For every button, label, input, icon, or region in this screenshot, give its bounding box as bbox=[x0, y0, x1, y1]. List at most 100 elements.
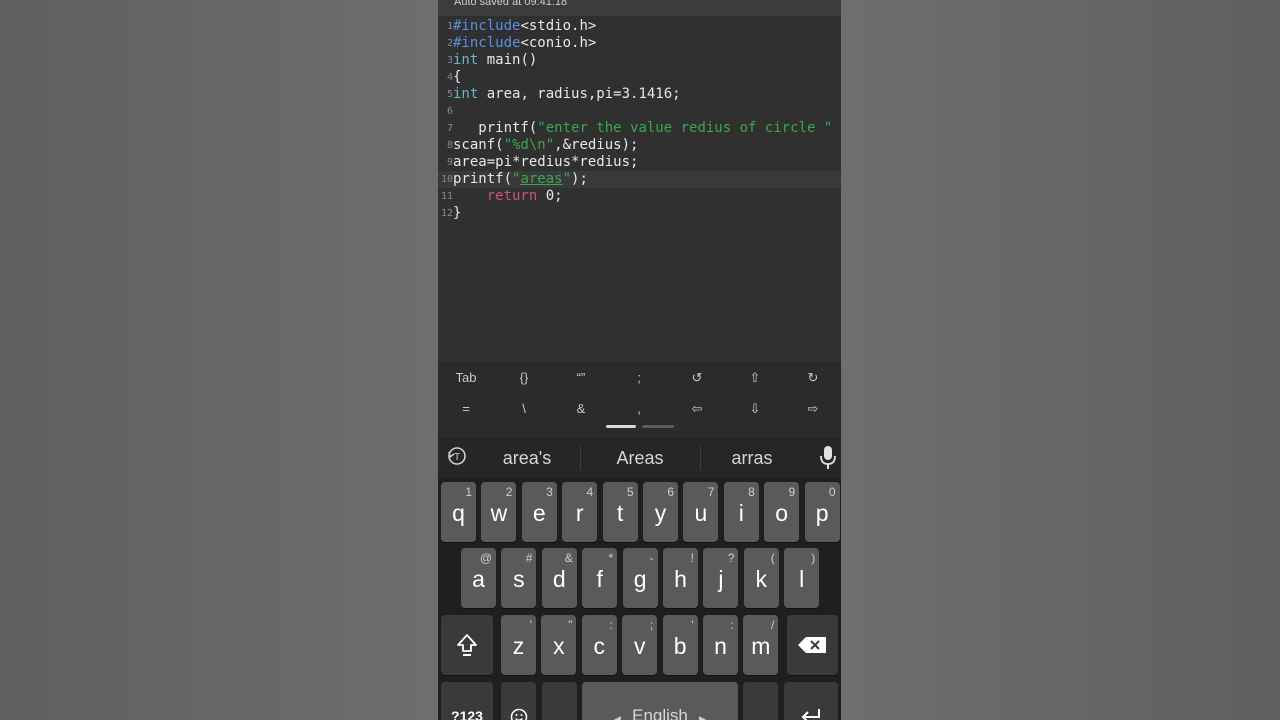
code-line[interactable]: 5 int area, radius,pi=3.1416; bbox=[438, 86, 841, 103]
code-line[interactable]: 3 int main() bbox=[438, 52, 841, 69]
suggestion-right[interactable]: arras bbox=[708, 444, 796, 472]
braces-key[interactable]: {} bbox=[496, 364, 552, 392]
shift-key[interactable] bbox=[441, 615, 493, 675]
line-number: 6 bbox=[446, 106, 453, 117]
comma-extra-key[interactable]: , bbox=[611, 395, 667, 423]
key-i[interactable]: i8 bbox=[723, 482, 759, 542]
tab-key[interactable]: Tab bbox=[438, 364, 494, 392]
suggestion-divider bbox=[580, 446, 581, 470]
key-label: d bbox=[552, 566, 566, 592]
line-number: 4 bbox=[446, 72, 453, 83]
svg-text:T: T bbox=[454, 452, 460, 463]
symbols-key[interactable]: ?123 bbox=[441, 682, 493, 720]
backslash-key[interactable]: \ bbox=[496, 395, 552, 423]
key-d[interactable]: d & bbox=[541, 548, 577, 608]
code-token: 0; bbox=[537, 188, 563, 204]
key-r[interactable]: r4 bbox=[562, 482, 598, 542]
key-g[interactable]: g- bbox=[622, 548, 658, 608]
equals-key[interactable]: = bbox=[438, 395, 494, 423]
key-o[interactable]: o9 bbox=[764, 482, 800, 542]
key-u[interactable]: u7 bbox=[683, 482, 719, 542]
semicolon-key[interactable]: ; bbox=[611, 364, 667, 392]
code-token: return bbox=[486, 188, 538, 204]
key-hint: 0 bbox=[828, 485, 836, 499]
code-line[interactable]: 1 #include<stdio.h> bbox=[438, 18, 841, 35]
key-hint: & bbox=[564, 551, 573, 565]
key-hint: @ bbox=[479, 551, 492, 565]
line-number: 11 bbox=[440, 191, 453, 202]
comma-key[interactable] bbox=[542, 682, 577, 720]
key-p[interactable]: p0 bbox=[804, 482, 840, 542]
code-token: <stdio.h> bbox=[520, 18, 597, 34]
key-label: n bbox=[714, 633, 727, 659]
key-label: v bbox=[633, 633, 646, 659]
code-text: int main() bbox=[453, 52, 537, 69]
period-key[interactable] bbox=[743, 682, 778, 720]
space-bar[interactable]: ◀ ▶ English bbox=[582, 682, 738, 720]
key-x[interactable]: x " bbox=[541, 615, 577, 675]
key-n[interactable]: n: bbox=[703, 615, 738, 675]
arrow-down-key[interactable]: ⇩ bbox=[727, 395, 783, 423]
clipboard-sync-icon[interactable]: T bbox=[446, 445, 468, 467]
key-label: k bbox=[755, 566, 768, 592]
key-c[interactable]: c: bbox=[581, 615, 617, 675]
key-h[interactable]: h! bbox=[663, 548, 698, 608]
code-line[interactable]: 7 printf("enter the value redius of circ… bbox=[438, 120, 841, 137]
code-line[interactable]: 10 printf("areas"); bbox=[438, 171, 841, 188]
ampersand-key[interactable]: & bbox=[553, 395, 609, 423]
enter-key[interactable] bbox=[784, 682, 838, 720]
key-q[interactable]: q1 bbox=[441, 482, 476, 542]
code-line[interactable]: 6 bbox=[438, 103, 841, 120]
line-number: 7 bbox=[446, 123, 453, 134]
key-hint: - bbox=[649, 551, 654, 565]
code-token: #include bbox=[453, 18, 521, 34]
key-y[interactable]: y6 bbox=[643, 482, 678, 542]
redo-key[interactable]: ↻ bbox=[785, 364, 841, 392]
backspace-key[interactable] bbox=[787, 615, 838, 675]
key-f[interactable]: f * bbox=[582, 548, 618, 608]
key-t[interactable]: t5 bbox=[602, 482, 638, 542]
key-hint: ; bbox=[649, 618, 654, 632]
key-hint: : bbox=[609, 618, 613, 632]
symbols-label: ?123 bbox=[451, 708, 483, 720]
key-w[interactable]: w2 bbox=[481, 482, 517, 542]
code-token: #include bbox=[453, 35, 521, 51]
code-text: #include<conio.h> bbox=[453, 35, 596, 52]
key-e[interactable]: e3 bbox=[521, 482, 557, 542]
key-z[interactable]: z ' bbox=[501, 615, 536, 675]
key-label: p bbox=[815, 500, 829, 526]
suggestion-left[interactable]: area's bbox=[482, 444, 572, 472]
code-line[interactable]: 9 area=pi*redius*redius; bbox=[438, 154, 841, 171]
suggestion-center[interactable]: Areas bbox=[590, 444, 690, 472]
undo-key[interactable]: ↺ bbox=[669, 364, 725, 392]
key-a[interactable]: a @ bbox=[461, 548, 496, 608]
arrow-left-key[interactable]: ⇦ bbox=[669, 395, 725, 423]
line-number: 12 bbox=[440, 208, 453, 219]
arrow-right-key[interactable]: ⇨ bbox=[785, 395, 841, 423]
key-hint: * bbox=[608, 551, 614, 565]
emoji-key[interactable] bbox=[501, 682, 536, 720]
key-hint: " bbox=[568, 618, 573, 632]
code-line[interactable]: 8 scanf("%d\n",&redius); bbox=[438, 137, 841, 154]
quotes-key[interactable]: “” bbox=[553, 364, 609, 392]
code-token: " bbox=[562, 171, 572, 187]
microphone-icon[interactable] bbox=[819, 445, 837, 471]
code-line[interactable]: 2 #include<conio.h> bbox=[438, 35, 841, 52]
code-text: } bbox=[453, 205, 461, 222]
key-m[interactable]: m / bbox=[743, 615, 779, 675]
key-b[interactable]: b ' bbox=[662, 615, 698, 675]
code-token: ,&redius); bbox=[554, 137, 639, 153]
key-k[interactable]: k( bbox=[743, 548, 779, 608]
arrow-up-key[interactable]: ⇧ bbox=[727, 364, 783, 392]
code-line[interactable]: 4{ bbox=[438, 69, 841, 86]
key-s[interactable]: s # bbox=[501, 548, 537, 608]
code-line[interactable]: 11 return 0; bbox=[438, 188, 841, 205]
key-j[interactable]: j? bbox=[703, 548, 739, 608]
code-line[interactable]: 12} bbox=[438, 205, 841, 222]
key-l[interactable]: l) bbox=[784, 548, 820, 608]
code-editor[interactable]: 1 #include<stdio.h> 2 #include<conio.h> 3 int… bbox=[438, 16, 841, 362]
code-text: return 0; bbox=[453, 188, 563, 205]
line-number: 10 bbox=[440, 174, 453, 185]
key-v[interactable]: v; bbox=[622, 615, 658, 675]
more-suggestions-icon[interactable] bbox=[631, 471, 649, 486]
